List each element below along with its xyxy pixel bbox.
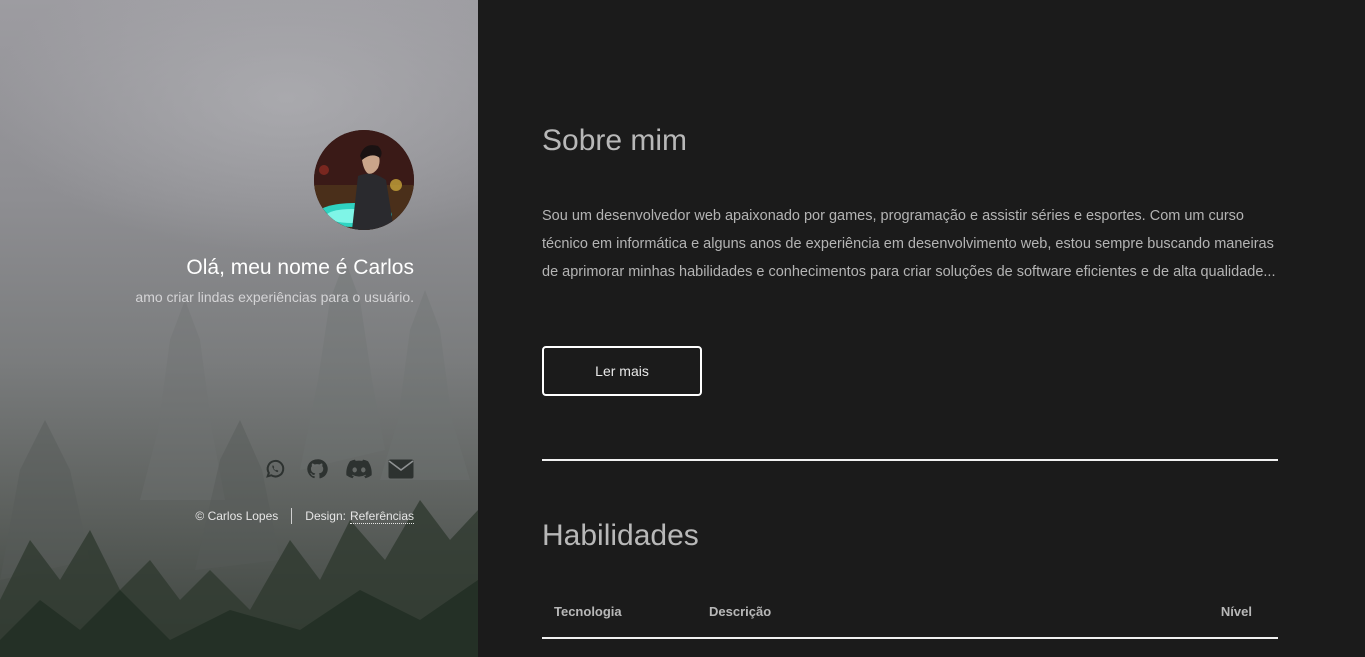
- about-text: Sou um desenvolvedor web apaixonado por …: [542, 208, 1276, 280]
- hero-footer: © Carlos Lopes Design: Referências: [195, 508, 414, 524]
- whatsapp-icon[interactable]: [262, 457, 288, 481]
- hero-subtitle: amo criar lindas experiências para o usu…: [135, 289, 414, 305]
- forest-background: [0, 260, 478, 657]
- skills-title: Habilidades: [542, 519, 699, 552]
- table-header-rule: [542, 637, 1278, 639]
- github-icon[interactable]: [304, 457, 330, 481]
- main-content: Sobre mim Sou um desenvolvedor web apaix…: [478, 0, 1365, 657]
- copyright-text: © Carlos Lopes: [195, 509, 279, 523]
- design-references-link[interactable]: Referências: [349, 509, 414, 524]
- discord-icon[interactable]: [346, 457, 372, 481]
- column-header-description[interactable]: Descrição: [709, 604, 771, 619]
- read-more-button[interactable]: Ler mais: [542, 346, 702, 396]
- social-links: [262, 457, 414, 481]
- column-header-level[interactable]: Nível: [1221, 604, 1252, 619]
- design-label: Design:: [305, 509, 346, 523]
- section-divider: [542, 459, 1278, 461]
- hero-panel: Olá, meu nome é Carlos amo criar lindas …: [0, 0, 478, 657]
- column-header-technology[interactable]: Tecnologia: [554, 604, 622, 619]
- hero-title: Olá, meu nome é Carlos: [186, 256, 414, 279]
- about-title: Sobre mim: [542, 124, 688, 157]
- avatar: [314, 130, 414, 230]
- footer-separator: [291, 508, 293, 524]
- email-icon[interactable]: [388, 457, 414, 481]
